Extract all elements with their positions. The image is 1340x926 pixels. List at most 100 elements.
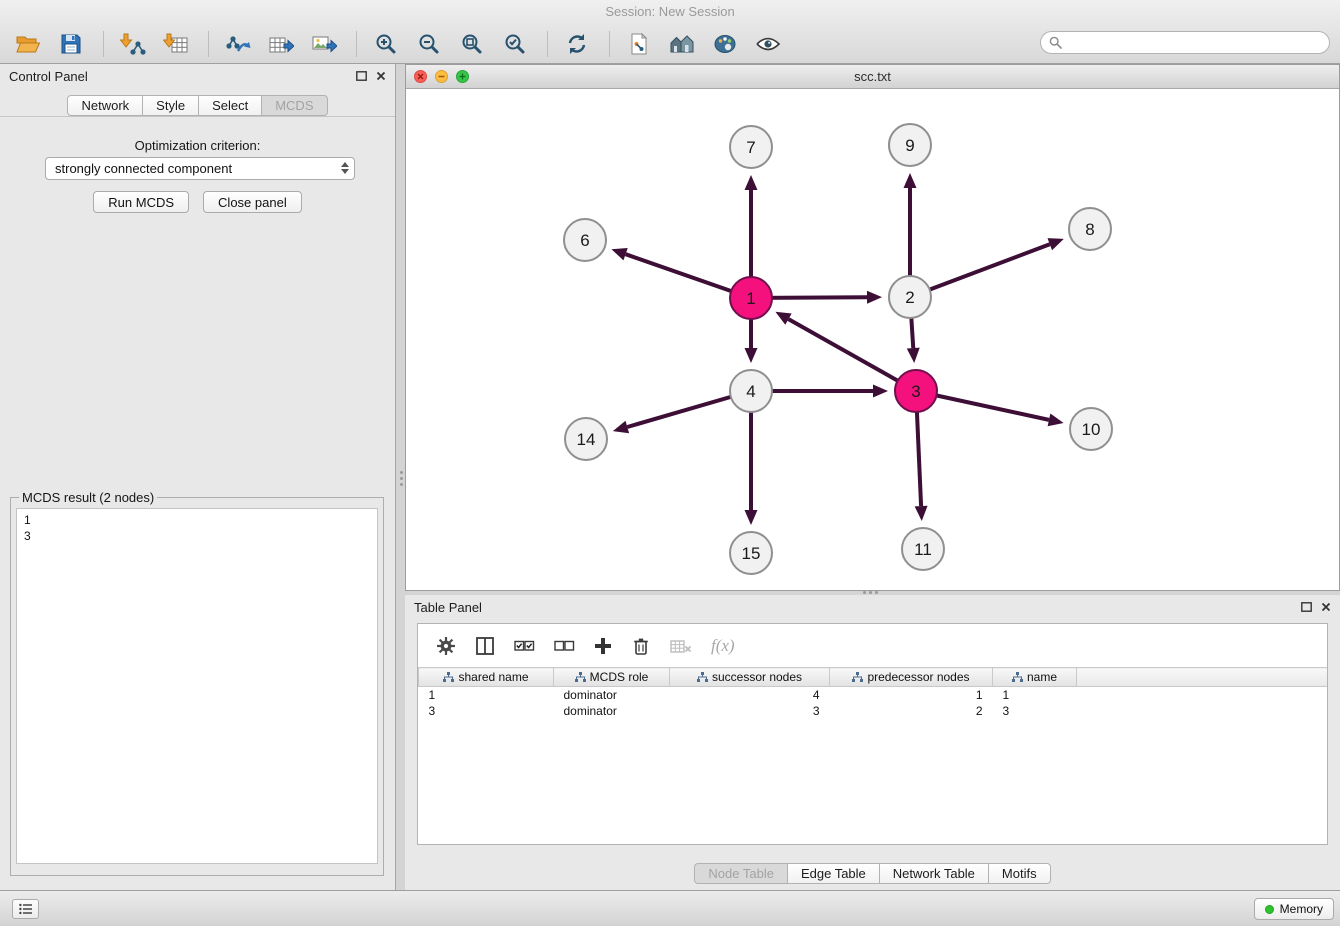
memory-button[interactable]: Memory xyxy=(1254,898,1334,920)
node-2[interactable]: 2 xyxy=(889,276,931,318)
maximize-window-icon[interactable] xyxy=(456,70,469,83)
search-icon xyxy=(1049,36,1062,49)
column-header-name[interactable]: name xyxy=(993,668,1077,687)
tab-select[interactable]: Select xyxy=(198,95,262,116)
node-6[interactable]: 6 xyxy=(564,219,606,261)
close-window-icon[interactable] xyxy=(414,70,427,83)
delete-column-button[interactable] xyxy=(631,636,651,656)
mcds-result-line: 1 xyxy=(24,512,370,528)
zoom-fit-icon xyxy=(460,32,484,56)
column-header-successor-nodes[interactable]: successor nodes xyxy=(670,668,830,687)
export-image-button[interactable] xyxy=(304,28,344,60)
fx-icon: f(x) xyxy=(711,636,735,656)
mcds-result-line: 3 xyxy=(24,528,370,544)
column-sort-icon xyxy=(852,672,863,682)
select-all-rows-button[interactable] xyxy=(514,638,535,654)
column-header-mcds-role[interactable]: MCDS role xyxy=(554,668,670,687)
minimize-window-icon[interactable] xyxy=(435,70,448,83)
network-document-button[interactable] xyxy=(619,28,659,60)
table-cell[interactable]: 1 xyxy=(419,687,554,703)
column-sort-icon xyxy=(1012,672,1023,682)
table-cell[interactable]: 2 xyxy=(830,703,993,719)
node-1[interactable]: 1 xyxy=(730,277,772,319)
tab-network-table[interactable]: Network Table xyxy=(879,863,989,884)
table-cell[interactable]: dominator xyxy=(554,687,670,703)
export-network-button[interactable] xyxy=(218,28,258,60)
tab-motifs[interactable]: Motifs xyxy=(988,863,1051,884)
float-panel-icon[interactable] xyxy=(356,71,367,81)
column-header-predecessor-nodes[interactable]: predecessor nodes xyxy=(830,668,993,687)
deselect-all-rows-button[interactable] xyxy=(554,638,575,654)
edge-2-8[interactable] xyxy=(910,244,1050,297)
table-row[interactable]: 3dominator323 xyxy=(419,703,1329,719)
node-label: 8 xyxy=(1085,220,1094,239)
table-cell-filler xyxy=(1077,703,1329,719)
table-cell[interactable]: 1 xyxy=(830,687,993,703)
table-cell[interactable]: 1 xyxy=(993,687,1077,703)
gear-icon xyxy=(436,636,456,656)
toolbar-separator xyxy=(356,31,357,57)
close-panel-icon[interactable] xyxy=(1321,602,1331,612)
zoom-in-button[interactable] xyxy=(366,28,406,60)
node-11[interactable]: 11 xyxy=(902,528,944,570)
node-4[interactable]: 4 xyxy=(730,370,772,412)
table-cell[interactable]: dominator xyxy=(554,703,670,719)
export-table-button[interactable] xyxy=(261,28,301,60)
table-cell-filler xyxy=(1077,687,1329,703)
apply-layout-button[interactable] xyxy=(557,28,597,60)
search-input[interactable] xyxy=(1067,36,1321,50)
edge-arrowhead xyxy=(613,421,629,433)
table-cell[interactable]: 4 xyxy=(670,687,830,703)
status-bar: Memory xyxy=(0,890,1340,926)
save-session-button[interactable] xyxy=(51,28,91,60)
run-mcds-button[interactable]: Run MCDS xyxy=(93,191,189,213)
open-session-button[interactable] xyxy=(8,28,48,60)
zoom-fit-button[interactable] xyxy=(452,28,492,60)
edge-arrowhead xyxy=(745,175,758,190)
table-settings-button[interactable] xyxy=(436,636,456,656)
columns-icon xyxy=(475,636,495,656)
node-9[interactable]: 9 xyxy=(889,124,931,166)
zoom-selected-button[interactable] xyxy=(495,28,535,60)
table-cell[interactable]: 3 xyxy=(993,703,1077,719)
node-15[interactable]: 15 xyxy=(730,532,772,574)
float-panel-icon[interactable] xyxy=(1301,602,1312,612)
column-header-shared-name[interactable]: shared name xyxy=(419,668,554,687)
node-8[interactable]: 8 xyxy=(1069,208,1111,250)
table-cell[interactable]: 3 xyxy=(670,703,830,719)
table-row[interactable]: 1dominator411 xyxy=(419,687,1329,703)
tab-mcds[interactable]: MCDS xyxy=(261,95,327,116)
search-box[interactable] xyxy=(1040,31,1330,54)
vertical-splitter-handle[interactable] xyxy=(398,466,404,490)
tab-node-table[interactable]: Node Table xyxy=(694,863,788,884)
close-panel-icon[interactable] xyxy=(376,71,386,81)
node-14[interactable]: 14 xyxy=(565,418,607,460)
criterion-select[interactable]: strongly connected component xyxy=(45,157,355,180)
show-networks-button[interactable] xyxy=(662,28,702,60)
table-cell[interactable]: 3 xyxy=(419,703,554,719)
column-header-filler xyxy=(1077,668,1329,687)
style-button[interactable] xyxy=(705,28,745,60)
delete-table-button xyxy=(670,637,692,655)
edge-arrowhead xyxy=(1047,238,1063,250)
network-window-titlebar[interactable]: scc.txt xyxy=(406,65,1339,89)
tab-edge-table[interactable]: Edge Table xyxy=(787,863,880,884)
import-table-button[interactable] xyxy=(156,28,196,60)
show-columns-button[interactable] xyxy=(475,636,495,656)
import-network-button[interactable] xyxy=(113,28,153,60)
add-column-button[interactable] xyxy=(594,637,612,655)
tab-network[interactable]: Network xyxy=(67,95,143,116)
tab-style[interactable]: Style xyxy=(142,95,199,116)
mcds-result-list[interactable]: 13 xyxy=(16,508,378,864)
network-canvas[interactable]: 7 9 6 8 1 2 4 3 14 10 15 11 xyxy=(406,89,1339,590)
zoom-out-button[interactable] xyxy=(409,28,449,60)
toolbar-separator xyxy=(208,31,209,57)
palette-icon xyxy=(713,33,737,55)
close-panel-button[interactable]: Close panel xyxy=(203,191,302,213)
node-10[interactable]: 10 xyxy=(1070,408,1112,450)
import-network-icon xyxy=(120,32,146,56)
node-7[interactable]: 7 xyxy=(730,126,772,168)
task-history-button[interactable] xyxy=(12,899,39,919)
graphics-details-button[interactable] xyxy=(748,28,788,60)
node-3[interactable]: 3 xyxy=(895,370,937,412)
